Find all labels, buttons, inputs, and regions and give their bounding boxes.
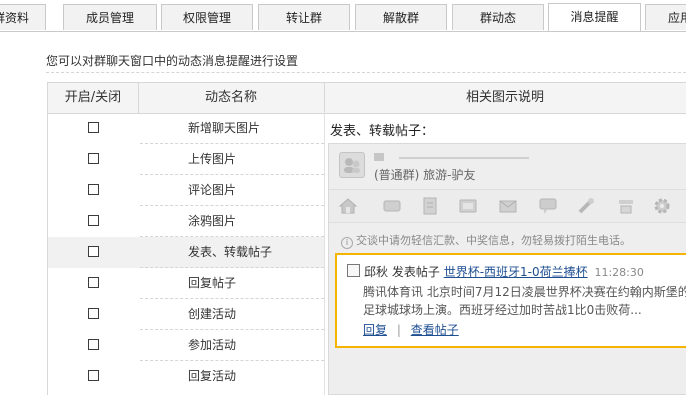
table-row: 创建活动 (48, 299, 324, 330)
toggle-checkbox[interactable] (88, 370, 99, 381)
table-row-selected[interactable]: 发表、转载帖子 (48, 237, 324, 268)
notification-header: 邱秋 发表帖子 世界杯-西班牙1-0荷兰捧杯 11:28:30 (347, 263, 644, 280)
post-time: 11:28:30 (594, 266, 644, 279)
toggle-checkbox[interactable] (88, 246, 99, 257)
home-icon (338, 198, 358, 214)
activity-name: 评论图片 (188, 183, 237, 197)
tab-apps[interactable]: 应用 (645, 4, 686, 30)
tools-icon (578, 198, 594, 214)
album-icon (459, 199, 477, 213)
tab-permission-management[interactable]: 权限管理 (161, 4, 253, 30)
blurred-icon (374, 153, 384, 161)
intro-text: 您可以对群聊天窗口中的动态消息提醒进行设置 (46, 54, 299, 68)
toggle-checkbox[interactable] (88, 215, 99, 226)
header-name: 动态名称 (204, 90, 257, 105)
file-icon (423, 197, 437, 215)
table-header: 开启/关闭 动态名称 相关图示说明 (48, 82, 686, 114)
board-icon (383, 200, 401, 212)
preview-header: (普通群) 旅游-驴友 (329, 144, 686, 187)
activity-name: 创建活动 (188, 307, 237, 321)
warning-text: 交谈中请勿轻信汇款、中奖信息，勿轻易拨打陌生电话。 (356, 234, 631, 247)
post-notification: 邱秋 发表帖子 世界杯-西班牙1-0荷兰捧杯 11:28:30 腾讯体育讯 北京… (335, 253, 686, 348)
post-icon (347, 264, 360, 277)
table-row: 上传图片 (48, 144, 324, 175)
blurred-text (399, 157, 529, 159)
toggle-checkbox[interactable] (88, 122, 99, 133)
action-text: 发表帖子 (391, 265, 440, 279)
chat-window-preview: (普通群) 旅游-驴友 i 交谈中请勿轻信汇款、中奖信息，勿轻易拨打陌生电话。 … (328, 143, 686, 395)
activity-name: 上传图片 (188, 152, 237, 166)
tab-member-management[interactable]: 成员管理 (63, 4, 157, 30)
column-divider (324, 112, 325, 395)
group-name: (普通群) 旅游-驴友 (374, 168, 476, 182)
tab-group-activity[interactable]: 群动态 (452, 4, 544, 30)
tab-message-alerts[interactable]: 消息提醒 (548, 3, 641, 31)
activity-name: 涂鸦图片 (188, 214, 237, 228)
tab-transfer-group[interactable]: 转让群 (258, 4, 350, 30)
table-row: 回复帖子 (48, 268, 324, 299)
activity-name: 参加活动 (188, 338, 237, 352)
preview-toolbar (329, 189, 686, 223)
toggle-checkbox[interactable] (88, 308, 99, 319)
table-row: 新增聊天图片 (48, 113, 324, 144)
post-excerpt: 腾讯体育讯 北京时间7月12日凌晨世界杯决赛在约翰内斯堡的足球城球场上演。西班牙… (363, 285, 686, 317)
post-title-link[interactable]: 世界杯-西班牙1-0荷兰捧杯 (444, 265, 588, 279)
tab-bar: 群资料 成员管理 权限管理 转让群 解散群 群动态 消息提醒 应用 (0, 0, 686, 32)
toggle-checkbox[interactable] (88, 339, 99, 350)
table-row: 参加活动 (48, 330, 324, 361)
header-toggle: 开启/关闭 (64, 90, 122, 105)
gear-icon (654, 198, 670, 214)
reply-link[interactable]: 回复 (363, 323, 387, 337)
table-row: 涂鸦图片 (48, 206, 324, 237)
group-avatar-icon (339, 152, 365, 178)
header-description: 相关图示说明 (465, 90, 544, 105)
table-row: 评论图片 (48, 175, 324, 206)
tab-dissolve-group[interactable]: 解散群 (355, 4, 447, 30)
activity-name: 新增聊天图片 (188, 121, 261, 135)
description-title: 发表、转载帖子： (330, 124, 435, 139)
divider (46, 72, 686, 73)
poster-name: 邱秋 (364, 265, 389, 279)
toggle-checkbox[interactable] (88, 277, 99, 288)
toggle-checkbox[interactable] (88, 184, 99, 195)
toggle-checkbox[interactable] (88, 153, 99, 164)
activity-name: 回复帖子 (188, 276, 237, 290)
mail-icon (499, 200, 517, 213)
tab-group-info[interactable]: 群资料 (0, 4, 46, 30)
table-row: 回复活动 (48, 361, 324, 392)
view-post-link[interactable]: 查看帖子 (411, 323, 459, 337)
activity-name: 发表、转载帖子 (188, 245, 273, 259)
settings-icon (619, 200, 633, 214)
info-icon: i (341, 237, 353, 249)
activity-name: 回复活动 (188, 369, 237, 383)
post-actions: 回复 | 查看帖子 (363, 321, 459, 338)
comment-icon (539, 198, 557, 214)
action-separator: | (396, 323, 401, 337)
safety-warning: i 交谈中请勿轻信汇款、中奖信息，勿轻易拨打陌生电话。 (341, 232, 631, 249)
